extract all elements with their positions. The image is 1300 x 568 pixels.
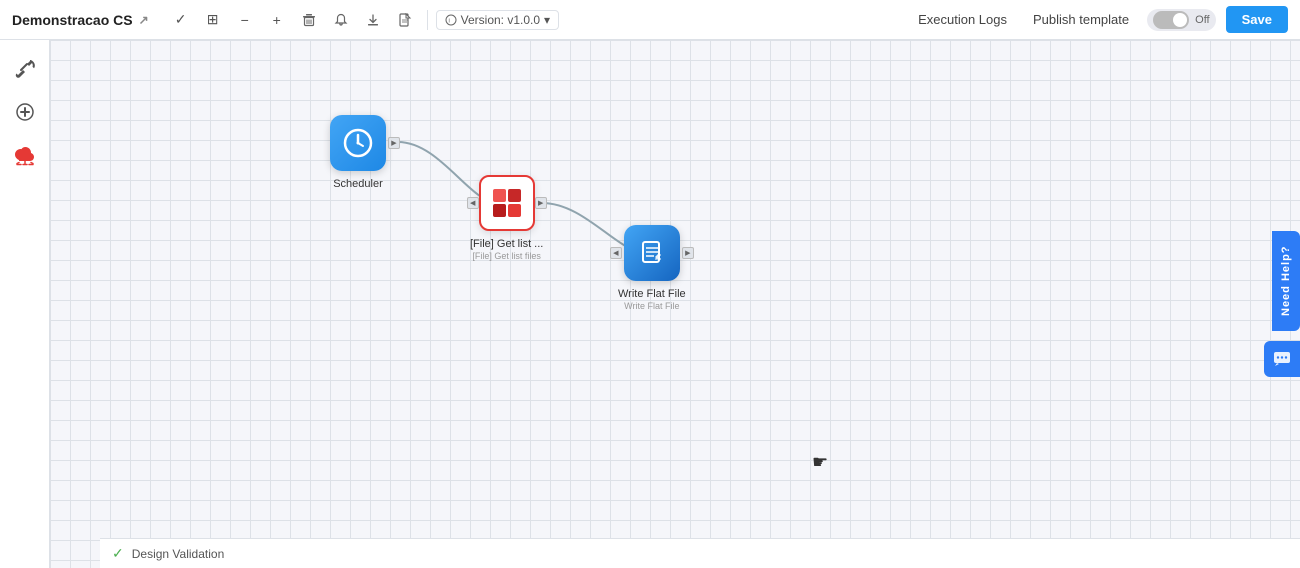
zoom-in-btn[interactable]: + [263,6,291,34]
sidebar-add-button[interactable] [7,94,43,130]
toolbar: ✓ ⊞ − + [167,6,902,34]
external-link-icon[interactable]: ↗ [139,13,149,27]
version-badge[interactable]: i Version: v1.0.0 ▾ [436,10,559,30]
save-button[interactable]: Save [1226,6,1288,33]
scheduler-label: Scheduler [333,177,383,191]
write-left-connector[interactable]: ◀ [610,247,622,259]
validation-check-icon: ✓ [112,545,124,562]
version-text: Version: v1.0.0 [461,13,540,27]
toggle-track[interactable] [1153,11,1189,29]
sidebar-tools-button[interactable] [7,50,43,86]
left-sidebar [0,40,50,568]
azure-icon [493,189,521,217]
title-text: Demonstracao CS [12,12,133,28]
write-right-connector[interactable]: ▶ [682,247,694,259]
bottom-bar: ✓ Design Validation [100,538,1300,568]
file-left-connector[interactable]: ◀ [467,197,479,209]
version-arrow: ▾ [544,13,550,27]
zoom-out-btn[interactable]: − [231,6,259,34]
header: Demonstracao CS ↗ ✓ ⊞ − + [0,0,1300,40]
write-sublabel: Write Flat File [624,301,679,311]
save-icon-btn[interactable]: ✓ [167,6,195,34]
file-node[interactable]: ◀ ▶ [File] Get list ... [File] Get list … [470,175,543,261]
file-sublabel: [File] Get list files [472,251,541,261]
canvas-area[interactable]: ▶ Scheduler ◀ ▶ [File] Get list ... [Fil [50,40,1300,568]
right-panel: Need Help? [1264,231,1300,377]
delete-btn[interactable] [295,6,323,34]
main-layout: ▶ Scheduler ◀ ▶ [File] Get list ... [Fil [0,40,1300,568]
cursor-icon: ☛ [812,452,828,473]
header-right: Execution Logs Publish template Off Save [910,6,1288,33]
scheduler-right-connector[interactable]: ▶ [388,137,400,149]
bell-btn[interactable] [327,6,355,34]
validation-label: Design Validation [132,547,225,561]
clock-icon [343,128,373,158]
write-label: Write Flat File [618,287,686,301]
sidebar-aws-button[interactable] [7,138,43,174]
write-flat-file-node[interactable]: ◀ ▶ Write Flat File Write Flat File [618,225,686,311]
toggle-label: Off [1195,14,1209,26]
download-btn[interactable] [359,6,387,34]
write-file-icon [638,239,666,267]
publish-template-button[interactable]: Publish template [1025,8,1137,31]
file-right-connector[interactable]: ▶ [535,197,547,209]
execution-logs-button[interactable]: Execution Logs [910,8,1015,31]
page-title: Demonstracao CS ↗ [12,12,149,28]
chat-button[interactable] [1264,341,1300,377]
toolbar-divider [427,10,428,30]
file-btn[interactable] [391,6,419,34]
grid-icon-btn[interactable]: ⊞ [199,6,227,34]
toggle-wrapper[interactable]: Off [1147,9,1215,31]
need-help-button[interactable]: Need Help? [1272,231,1300,331]
scheduler-node[interactable]: ▶ Scheduler [330,115,386,191]
svg-text:i: i [448,18,449,24]
chat-icon [1272,349,1292,369]
toggle-thumb [1173,13,1187,27]
file-label: [File] Get list ... [470,237,543,251]
